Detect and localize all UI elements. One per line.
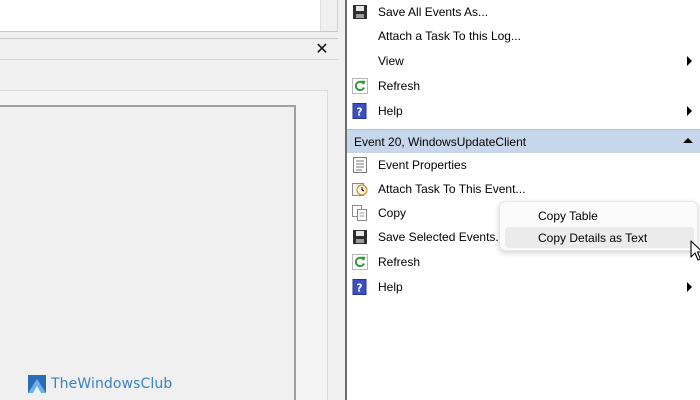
event-section-title: Event 20, WindowsUpdateClient <box>354 135 527 149</box>
svg-text:?: ? <box>356 282 362 295</box>
event-list-pane[interactable] <box>0 0 338 32</box>
menu-item-copy-details-as-text[interactable]: Copy Details as Text <box>505 227 694 248</box>
help-icon: ? <box>352 279 367 295</box>
event-properties-icon <box>353 157 367 173</box>
svg-text:?: ? <box>356 106 362 119</box>
copy-icon <box>352 205 367 221</box>
action-event-refresh[interactable]: Refresh <box>347 250 700 274</box>
watermark-text: TheWindowsClub <box>51 376 173 392</box>
actions-pane: Save All Events As... Attach a Task To t… <box>347 0 700 400</box>
menu-item-copy-table[interactable]: Copy Table <box>505 205 694 226</box>
copy-context-menu: Copy Table Copy Details as Text <box>499 201 698 251</box>
action-attach-task-to-event[interactable]: Attach Task To This Event... <box>347 177 700 201</box>
watermark: TheWindowsClub <box>28 375 172 393</box>
help-icon: ? <box>352 103 367 119</box>
collapse-icon[interactable] <box>683 138 693 143</box>
action-attach-task-to-log[interactable]: Attach a Task To this Log... <box>347 24 700 48</box>
details-box <box>0 90 328 400</box>
action-view[interactable]: View <box>347 49 700 73</box>
details-pane-header: ✕ <box>0 38 338 60</box>
action-event-help[interactable]: ? Help <box>347 275 700 299</box>
submenu-arrow-icon <box>687 56 692 66</box>
attach-task-icon <box>352 183 368 196</box>
windows-logo-icon <box>28 375 46 393</box>
log-view-area: ✕ TheWindowsClub <box>0 0 345 400</box>
action-event-properties[interactable]: Event Properties <box>347 153 700 177</box>
event-section-header[interactable]: Event 20, WindowsUpdateClient <box>347 129 700 153</box>
save-icon <box>353 5 367 19</box>
action-refresh[interactable]: Refresh <box>347 74 700 98</box>
refresh-icon <box>352 78 368 94</box>
action-save-all-events-as[interactable]: Save All Events As... <box>347 0 700 24</box>
submenu-arrow-icon <box>687 106 692 116</box>
save-icon <box>353 230 367 244</box>
event-list-scrollbar[interactable] <box>320 0 337 31</box>
mouse-cursor-icon <box>690 240 700 261</box>
refresh-icon <box>352 254 368 270</box>
action-help[interactable]: ? Help <box>347 99 700 123</box>
details-pane <box>0 68 338 400</box>
details-content-panel <box>0 105 296 400</box>
close-icon[interactable]: ✕ <box>314 40 330 58</box>
submenu-arrow-icon <box>687 282 692 292</box>
